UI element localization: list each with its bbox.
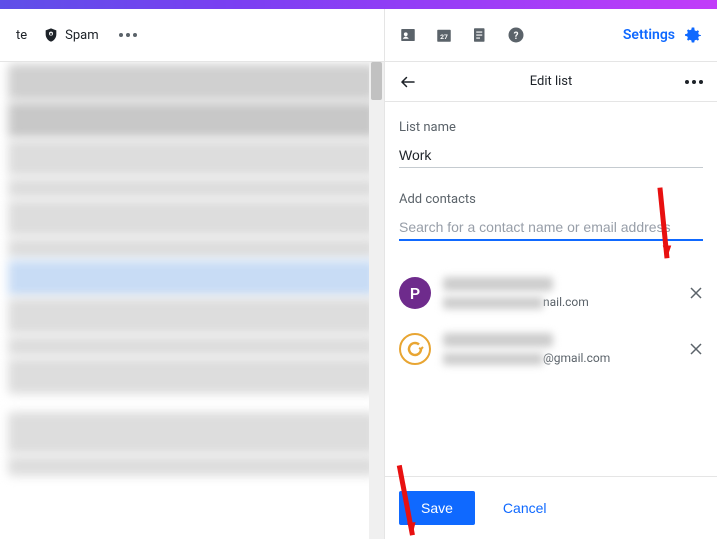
settings-link[interactable]: Settings (623, 27, 675, 43)
scrollbar-thumb[interactable] (371, 62, 382, 100)
list-item[interactable] (8, 102, 376, 138)
svg-text:27: 27 (440, 33, 448, 41)
contact-search-input[interactable] (399, 215, 703, 241)
remove-contact-icon[interactable] (689, 286, 703, 300)
list-item[interactable] (8, 298, 376, 334)
list-item[interactable] (8, 456, 376, 476)
help-icon[interactable]: ? (507, 26, 525, 44)
list-item[interactable] (8, 260, 376, 296)
list-item[interactable] (8, 64, 376, 100)
spam-button[interactable]: Spam (43, 27, 99, 43)
list-item[interactable] (8, 200, 376, 236)
contacts-icon[interactable] (399, 26, 417, 44)
gear-icon[interactable] (683, 25, 703, 45)
more-actions-button[interactable] (115, 29, 141, 41)
contact-name-redacted (443, 277, 553, 291)
right-panel: 27 ? Settings Edit list List name Add co… (384, 9, 717, 539)
archive-partial-text: te (16, 28, 27, 43)
contact-email: nail.com (443, 295, 689, 309)
remove-contact-icon[interactable] (689, 342, 703, 356)
brand-bar (0, 0, 717, 9)
avatar (399, 333, 431, 365)
back-arrow-icon[interactable] (399, 73, 417, 91)
contact-email: @gmail.com (443, 351, 689, 365)
contact-row: P nail.com (399, 265, 703, 321)
contact-name-redacted (443, 333, 553, 347)
add-contacts-label: Add contacts (399, 192, 703, 207)
edit-list-header: Edit list (385, 62, 717, 102)
list-item[interactable] (8, 358, 376, 394)
panel-more-button[interactable] (685, 80, 703, 84)
list-item[interactable] (8, 238, 376, 258)
notepad-icon[interactable] (471, 26, 489, 44)
list-item[interactable] (8, 178, 376, 198)
cancel-button[interactable]: Cancel (503, 500, 547, 516)
panel-title: Edit list (530, 74, 573, 89)
spam-label: Spam (65, 28, 99, 43)
right-toolbar: 27 ? Settings (385, 9, 717, 62)
contact-row: @gmail.com (399, 321, 703, 377)
action-bar: Save Cancel (385, 476, 717, 539)
list-name-input[interactable] (399, 143, 703, 168)
shield-icon (43, 27, 59, 43)
list-name-label: List name (399, 120, 703, 135)
edit-form: List name Add contacts P nail.com @gmail… (385, 102, 717, 476)
avatar: P (399, 277, 431, 309)
svg-text:?: ? (514, 31, 519, 42)
save-button[interactable]: Save (399, 491, 475, 525)
list-item[interactable] (8, 412, 376, 454)
list-item[interactable] (8, 140, 376, 176)
calendar-icon[interactable]: 27 (435, 26, 453, 44)
list-item[interactable] (8, 336, 376, 356)
message-list-pane (0, 62, 384, 539)
scrollbar[interactable] (369, 62, 384, 539)
